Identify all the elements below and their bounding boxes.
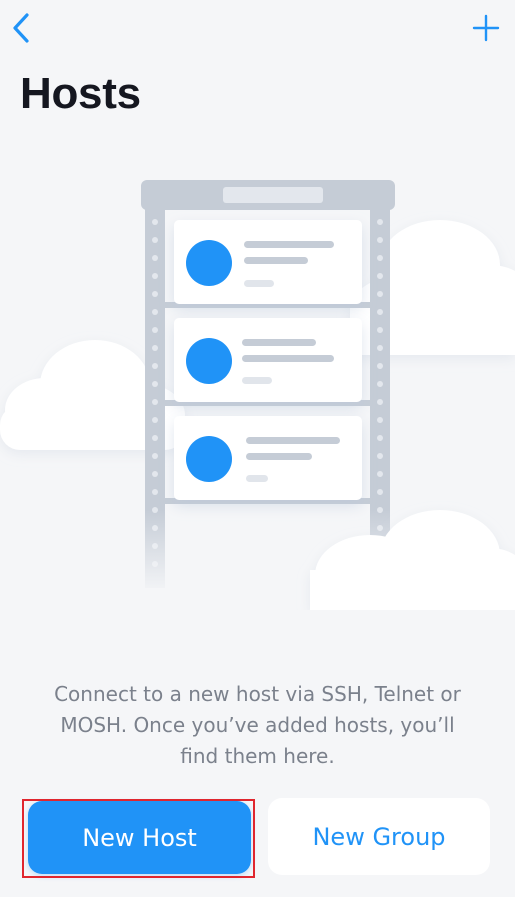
navigation-bar	[0, 0, 515, 60]
empty-state-message: Connect to a new host via SSH, Telnet or…	[54, 682, 461, 768]
new-host-button[interactable]: New Host	[28, 801, 251, 874]
page-title: Hosts	[20, 69, 141, 118]
host-avatar-icon	[186, 240, 232, 286]
host-avatar-icon	[186, 338, 232, 384]
add-button[interactable]	[466, 8, 506, 48]
plus-icon	[472, 14, 500, 42]
host-avatar-icon	[186, 436, 232, 482]
new-group-button[interactable]: New Group	[268, 798, 490, 875]
back-button[interactable]	[4, 8, 38, 48]
server-rack-illustration	[0, 180, 515, 610]
chevron-left-icon	[13, 13, 29, 43]
